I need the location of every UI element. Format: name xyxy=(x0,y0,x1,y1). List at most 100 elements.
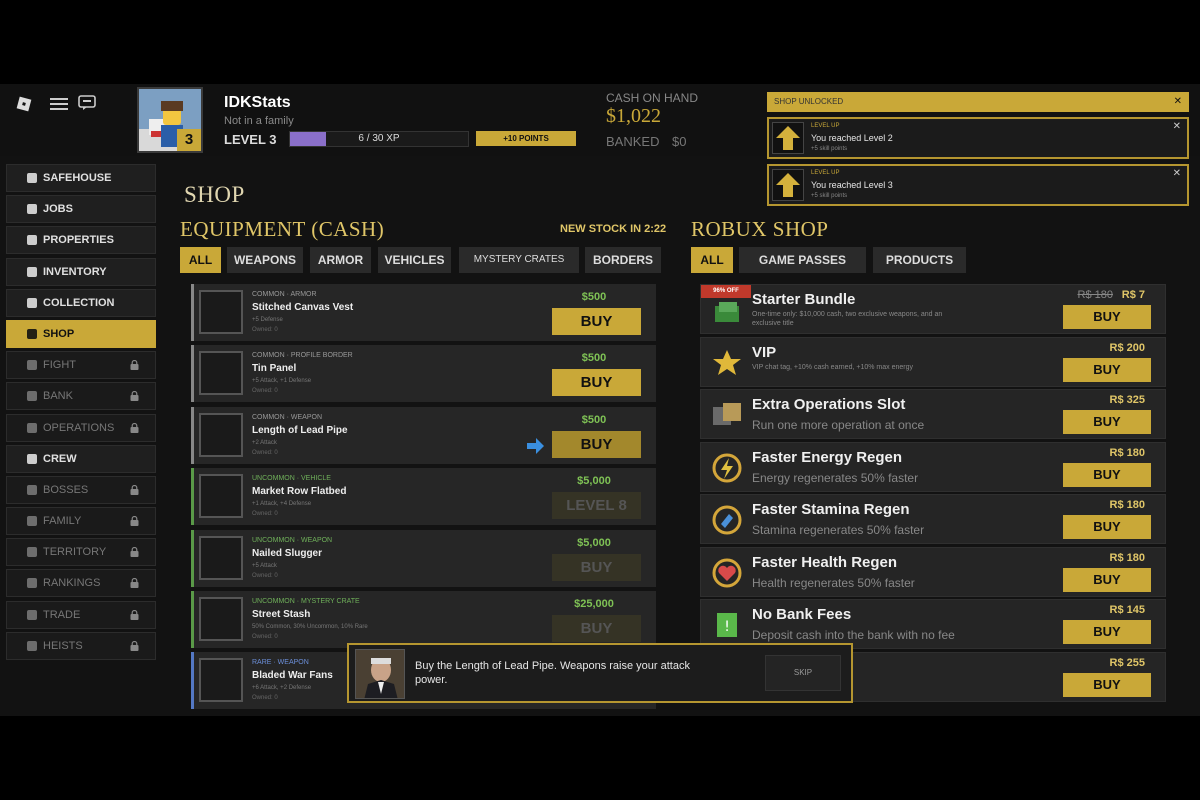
chat-icon[interactable] xyxy=(78,95,96,111)
stamina-icon xyxy=(712,505,742,535)
item-thumbnail xyxy=(199,535,243,580)
family-status: Not in a family xyxy=(224,115,294,127)
buy-button[interactable]: BUY xyxy=(1063,305,1151,329)
roblox-logo-icon[interactable] xyxy=(16,96,32,112)
lock-icon xyxy=(130,391,139,402)
tab-game-passes[interactable]: GAME PASSES xyxy=(739,247,866,273)
sidebar-item-family[interactable]: FAMILY xyxy=(6,507,156,536)
sidebar-item-safehouse[interactable]: SAFEHOUSE xyxy=(6,164,156,192)
sidebar-item-properties[interactable]: PROPERTIES xyxy=(6,226,156,255)
item-stats: +6 Attack, +2 Defense xyxy=(252,685,312,692)
buy-button[interactable]: BUY xyxy=(552,553,641,581)
buy-button[interactable]: BUY xyxy=(552,614,641,642)
cash-value: $1,022 xyxy=(606,105,661,127)
tab-all[interactable]: ALL xyxy=(180,247,221,273)
robux-item-name: Faster Health Regen xyxy=(752,553,898,571)
svg-text:!: ! xyxy=(724,619,730,635)
close-icon[interactable]: ✕ xyxy=(1173,168,1181,179)
sidebar-item-operations[interactable]: OPERATIONS xyxy=(6,413,156,442)
buy-button[interactable]: BUY xyxy=(552,369,641,397)
xp-text: 6 / 30 XP xyxy=(358,133,400,144)
sale-badge: 96% OFF xyxy=(701,285,751,298)
robux-price: R$ 7 xyxy=(1121,289,1145,301)
tab-vehicles[interactable]: VEHICLES xyxy=(378,247,451,273)
buy-button[interactable]: BUY xyxy=(1063,672,1151,697)
lock-icon xyxy=(130,640,139,651)
tutorial-arrow-icon xyxy=(527,438,544,454)
sidebar-item-label: TERRITORY xyxy=(43,546,107,559)
skill-points-button[interactable]: +10 POINTS xyxy=(476,131,576,146)
notification-shop-unlocked: SHOP UNLOCKED ✕ xyxy=(767,92,1189,112)
sidebar-item-crew[interactable]: CREW xyxy=(6,444,156,473)
sidebar-item-trade[interactable]: TRADE xyxy=(6,600,156,629)
buy-button[interactable]: LEVEL 8 xyxy=(552,492,641,520)
crew-icon xyxy=(27,453,37,464)
sidebar-item-bank[interactable]: BANK xyxy=(6,382,156,411)
trade-icon xyxy=(27,609,37,620)
skip-button[interactable]: SKIP xyxy=(765,655,841,691)
inventory-icon xyxy=(27,266,37,277)
robux-item: VIP VIP chat tag, +10% cash earned, +10% … xyxy=(700,336,1166,387)
robux-price: R$ 145 xyxy=(1109,604,1145,616)
notification-message: You reached Level 3 xyxy=(811,180,893,190)
bosses-icon xyxy=(27,484,37,495)
family-icon xyxy=(27,516,37,527)
robux-section-title: ROBUX SHOP xyxy=(691,217,829,241)
tab-weapons[interactable]: WEAPONS xyxy=(227,247,303,273)
item-name: Stitched Canvas Vest xyxy=(252,302,354,313)
buy-button[interactable]: BUY xyxy=(1063,410,1151,434)
buy-button[interactable]: BUY xyxy=(1063,357,1151,382)
equipment-item: COMMON · ARMOR Stitched Canvas Vest +5 Def… xyxy=(191,284,656,341)
tab-borders[interactable]: BORDERS xyxy=(585,247,661,273)
tab-robux-all[interactable]: ALL xyxy=(691,247,733,273)
sidebar-item-shop[interactable]: SHOP xyxy=(6,319,156,348)
sidebar-item-label: CREW xyxy=(43,452,77,465)
sidebar-item-rankings[interactable]: RANKINGS xyxy=(6,569,156,598)
menu-icon[interactable] xyxy=(50,97,68,111)
notification-message: You reached Level 2 xyxy=(811,133,893,143)
sidebar-item-label: OPERATIONS xyxy=(43,421,115,434)
sidebar-item-label: SHOP xyxy=(43,327,75,340)
buy-button[interactable]: BUY xyxy=(1063,462,1151,487)
item-name: Length of Lead Pipe xyxy=(252,424,348,436)
sidebar-item-label: FAMILY xyxy=(43,515,82,528)
robux-item-desc: Stamina regenerates 50% faster xyxy=(752,523,925,537)
robux-price: R$ 255 xyxy=(1109,656,1145,669)
sidebar-item-label: JOBS xyxy=(43,203,73,216)
close-icon[interactable]: ✕ xyxy=(1174,92,1182,112)
tab-mystery-crates[interactable]: MYSTERY CRATES xyxy=(459,247,579,273)
buy-button[interactable]: BUY xyxy=(552,430,641,458)
tab-products[interactable]: PRODUCTS xyxy=(873,247,966,273)
item-stats: +5 Attack xyxy=(252,562,277,569)
jobs-icon xyxy=(27,204,37,215)
tab-armor[interactable]: ARMOR xyxy=(310,247,371,273)
cash-label: CASH ON HAND xyxy=(606,91,699,105)
item-price: $5,000 xyxy=(577,475,611,488)
item-price: $5,000 xyxy=(577,536,611,549)
fight-icon xyxy=(27,360,37,371)
buy-button[interactable]: BUY xyxy=(1063,515,1151,539)
robux-item: Faster Energy Regen Energy regenerates 50… xyxy=(700,441,1166,492)
sidebar-item-jobs[interactable]: JOBS xyxy=(6,195,156,224)
npc-portrait xyxy=(355,649,405,699)
buy-button[interactable]: BUY xyxy=(1063,567,1151,592)
sidebar-item-heists[interactable]: HEISTS xyxy=(6,631,156,660)
sidebar-item-territory[interactable]: TERRITORY xyxy=(6,538,156,567)
buy-button[interactable]: BUY xyxy=(1063,620,1151,644)
item-stats: +2 Attack xyxy=(252,439,277,446)
sidebar-item-bosses[interactable]: BOSSES xyxy=(6,475,156,504)
equipment-item: UNCOMMON · MYSTERY CRATE Street Stash 50% … xyxy=(191,590,656,648)
game-window: 3 IDKStats Not in a family LEVEL 3 6 / 3… xyxy=(0,84,1200,716)
robux-item-name: Faster Energy Regen xyxy=(752,448,903,466)
sidebar-item-collection[interactable]: COLLECTION xyxy=(6,288,156,317)
sidebar-item-label: HEISTS xyxy=(43,639,83,652)
sidebar-item-inventory[interactable]: INVENTORY xyxy=(6,257,156,286)
sidebar-item-fight[interactable]: FIGHT xyxy=(6,351,156,380)
notification-header-text: SHOP UNLOCKED xyxy=(774,97,844,106)
buy-button[interactable]: BUY xyxy=(552,308,641,335)
robux-item-name: Faster Stamina Regen xyxy=(752,501,910,518)
stock-timer: NEW STOCK IN 2:22 xyxy=(560,223,667,235)
close-icon[interactable]: ✕ xyxy=(1173,121,1181,132)
item-name: Nailed Slugger xyxy=(252,547,323,559)
lock-icon xyxy=(130,484,139,495)
